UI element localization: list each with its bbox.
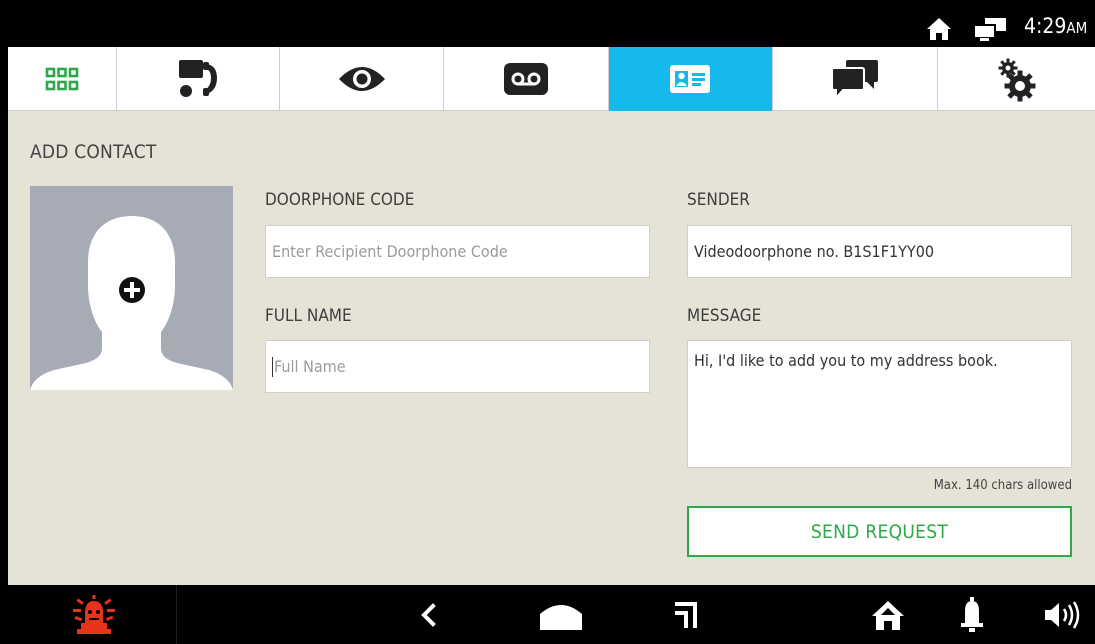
message-textarea[interactable]: Hi, I'd like to add you to my address bo… (687, 340, 1072, 468)
send-request-button[interactable]: SEND REQUEST (687, 506, 1072, 557)
page-title: ADD CONTACT (30, 141, 157, 163)
full-name-placeholder: Full Name (274, 357, 346, 376)
tab-messages[interactable] (773, 47, 938, 111)
network-icon (973, 18, 1006, 41)
house-button[interactable] (866, 585, 910, 644)
eye-icon (338, 67, 385, 91)
grid-icon (45, 67, 79, 91)
clock-ampm: AM (1066, 19, 1088, 37)
chat-icon (830, 60, 878, 100)
house-icon (872, 600, 904, 630)
nav-divider (176, 585, 177, 644)
tab-settings[interactable] (938, 47, 1095, 111)
navigation-bar (8, 585, 1095, 644)
full-name-input[interactable]: Full Name (265, 340, 650, 393)
alarm-button[interactable] (58, 585, 130, 644)
volume-button[interactable] (1038, 585, 1088, 644)
back-button[interactable] (408, 585, 448, 644)
home-icon (540, 604, 582, 630)
status-bar: 4:29AM (8, 5, 1095, 47)
contact-card-icon (670, 65, 711, 93)
bell-icon (961, 596, 983, 632)
recent-apps-button[interactable] (661, 585, 711, 644)
tab-intercom[interactable] (117, 47, 281, 111)
recent-apps-icon (675, 601, 697, 628)
sender-field[interactable]: Videodoorphone no. B1S1F1YY00 (687, 225, 1072, 278)
alarm-icon (73, 594, 115, 634)
volume-icon (1045, 600, 1080, 629)
avatar-picker[interactable] (30, 186, 233, 390)
message-label: MESSAGE (687, 306, 762, 326)
sender-label: SENDER (687, 190, 750, 210)
tab-voicemail[interactable] (444, 47, 609, 111)
doorphone-code-input[interactable]: Enter Recipient Doorphone Code (265, 225, 650, 278)
clock-time: 4:29 (1024, 14, 1067, 38)
doorphone-code-label: DOORPHONE CODE (265, 190, 415, 210)
add-photo-icon[interactable] (117, 275, 147, 305)
char-limit-hint: Max. 140 chars allowed (933, 478, 1072, 493)
tab-surveillance[interactable] (280, 47, 445, 111)
text-caret (272, 356, 273, 377)
home-icon (927, 18, 951, 40)
full-name-label: FULL NAME (265, 306, 352, 326)
tab-contacts[interactable] (608, 47, 774, 111)
back-icon (421, 602, 436, 627)
tab-bar (8, 47, 1095, 111)
clock: 4:29AM (1024, 14, 1087, 38)
home-nav-button[interactable] (531, 585, 591, 644)
intercom-icon (178, 60, 217, 97)
tab-apps[interactable] (8, 47, 117, 111)
gears-icon (998, 58, 1036, 102)
bell-button[interactable] (952, 585, 992, 644)
voicemail-icon (504, 63, 549, 95)
add-contact-panel: ADD CONTACT DOORPHONE CODE Enter Recipie… (8, 111, 1095, 585)
